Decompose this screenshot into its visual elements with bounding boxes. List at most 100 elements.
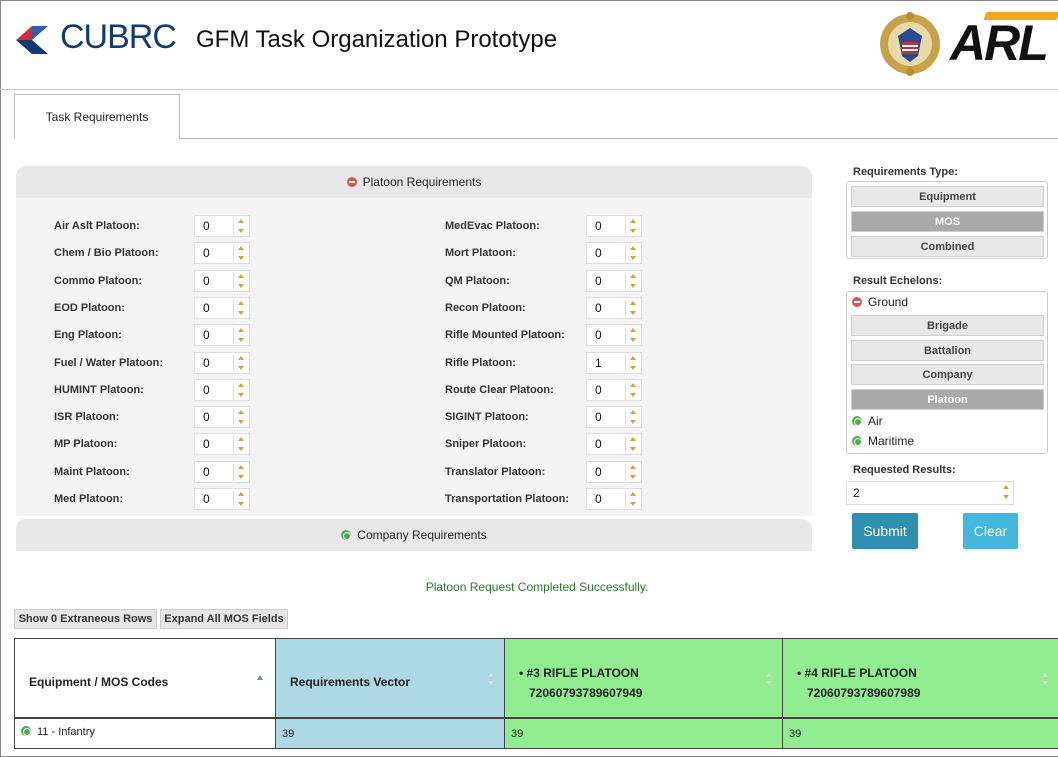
platoon-count-stepper[interactable]: 0 — [586, 270, 642, 292]
echelon-ground[interactable]: Ground — [852, 295, 908, 309]
echelon-maritime[interactable]: Maritime — [852, 434, 914, 448]
stepper-arrows-icon[interactable] — [630, 436, 636, 452]
platoon-count-value: 0 — [203, 356, 210, 370]
platoon-count-stepper[interactable]: 0 — [194, 379, 250, 401]
stepper-arrows-icon[interactable] — [238, 273, 244, 289]
stepper-arrows-icon[interactable] — [630, 409, 636, 425]
platoon-count-value: 0 — [595, 492, 602, 506]
col-header-unit-4[interactable]: • #4 RIFLE PLATOON 72060793789607989 — [782, 638, 1058, 718]
platoon-count-stepper[interactable]: 0 — [194, 297, 250, 319]
platoon-count-value: 0 — [203, 465, 210, 479]
platoon-count-stepper[interactable]: 0 — [194, 324, 250, 346]
submit-button[interactable]: Submit — [852, 513, 918, 549]
unit-3-name: • #3 RIFLE PLATOON — [519, 666, 639, 680]
platoon-count-stepper[interactable]: 0 — [586, 379, 642, 401]
stepper-arrows-icon[interactable] — [997, 482, 1014, 504]
stepper-arrows-icon[interactable] — [630, 273, 636, 289]
platoon-count-stepper[interactable]: 0 — [586, 297, 642, 319]
stepper-divider — [233, 436, 234, 453]
platoon-count-stepper[interactable]: 0 — [586, 242, 642, 264]
echelon-brigade-button[interactable]: Brigade — [851, 315, 1044, 336]
table-cell-unit-3: 39 — [504, 718, 783, 749]
stepper-arrows-icon[interactable] — [630, 218, 636, 234]
echelon-air[interactable]: Air — [852, 414, 883, 428]
platoon-count-value: 0 — [203, 301, 210, 315]
echelon-air-label: Air — [868, 414, 883, 428]
platoon-count-stepper[interactable]: 0 — [194, 433, 250, 455]
result-echelons-label: Result Echelons: — [853, 275, 943, 287]
platoon-count-value: 0 — [203, 383, 210, 397]
req-type-mos-button[interactable]: MOS — [851, 211, 1044, 232]
platoon-count-stepper[interactable]: 0 — [586, 215, 642, 237]
stepper-divider — [625, 491, 626, 508]
platoon-count-stepper[interactable]: 0 — [586, 461, 642, 483]
platoon-count-value: 0 — [595, 274, 602, 288]
col-header-vector[interactable]: Requirements Vector — [275, 638, 505, 718]
req-type-combined-button[interactable]: Combined — [851, 236, 1044, 257]
company-panel-title: Company Requirements — [357, 528, 487, 542]
requested-results-value: 2 — [853, 486, 860, 500]
stepper-arrows-icon[interactable] — [630, 300, 636, 316]
cubrc-logo-icon — [16, 26, 48, 54]
platoon-count-stepper[interactable]: 0 — [194, 488, 250, 510]
platoon-count-stepper[interactable]: 0 — [586, 324, 642, 346]
platoon-count-stepper[interactable]: 0 — [194, 242, 250, 264]
stepper-arrows-icon[interactable] — [238, 327, 244, 343]
echelon-battalion-button[interactable]: Battalion — [851, 340, 1044, 361]
stepper-divider — [233, 382, 234, 399]
echelon-company-button[interactable]: Company — [851, 364, 1044, 385]
requested-results-stepper[interactable]: 2 — [846, 481, 1014, 505]
platoon-count-stepper[interactable]: 0 — [586, 406, 642, 428]
stepper-arrows-icon[interactable] — [238, 436, 244, 452]
stepper-arrows-icon[interactable] — [630, 382, 636, 398]
stepper-arrows-icon[interactable] — [630, 327, 636, 343]
table-cell-code[interactable]: 11 - Infantry — [14, 718, 276, 749]
platoon-panel-header[interactable]: Platoon Requirements — [16, 166, 812, 198]
row-code: 11 - Infantry — [37, 726, 95, 738]
show-extraneous-rows-button[interactable]: Show 0 Extraneous Rows — [14, 609, 157, 629]
platoon-field-label: Maint Platoon: — [54, 466, 130, 478]
echelon-platoon-button[interactable]: Platoon — [851, 389, 1044, 410]
stepper-arrows-icon[interactable] — [238, 300, 244, 316]
platoon-count-stepper[interactable]: 1 — [586, 352, 642, 374]
platoon-count-stepper[interactable]: 0 — [194, 406, 250, 428]
stepper-arrows-icon[interactable] — [238, 382, 244, 398]
platoon-field-label: Recon Platoon: — [445, 302, 526, 314]
row-unit-4: 39 — [789, 728, 802, 740]
clear-button[interactable]: Clear — [963, 513, 1018, 549]
platoon-count-value: 0 — [595, 383, 602, 397]
brand-name: CUBRC — [60, 18, 177, 56]
stepper-divider — [625, 245, 626, 262]
tab-task-requirements[interactable]: Task Requirements — [14, 94, 180, 139]
platoon-count-stepper[interactable]: 0 — [194, 461, 250, 483]
platoon-count-stepper[interactable]: 0 — [194, 215, 250, 237]
stepper-arrows-icon[interactable] — [630, 464, 636, 480]
stepper-arrows-icon[interactable] — [238, 464, 244, 480]
platoon-count-stepper[interactable]: 0 — [194, 352, 250, 374]
expand-all-mos-button[interactable]: Expand All MOS Fields — [160, 609, 288, 629]
platoon-field-label: Chem / Bio Platoon: — [54, 247, 159, 259]
col-header-codes[interactable]: Equipment / MOS Codes — [14, 638, 276, 718]
stepper-arrows-icon[interactable] — [630, 245, 636, 261]
req-type-equipment-button[interactable]: Equipment — [851, 186, 1044, 207]
platoon-field-label: QM Platoon: — [445, 275, 510, 287]
stepper-arrows-icon[interactable] — [630, 491, 636, 507]
stepper-arrows-icon[interactable] — [238, 409, 244, 425]
platoon-count-stepper[interactable]: 0 — [586, 488, 642, 510]
stepper-arrows-icon[interactable] — [238, 245, 244, 261]
expand-row-icon[interactable] — [21, 726, 31, 736]
platoon-field-label: ISR Platoon: — [54, 411, 120, 423]
platoon-count-stepper[interactable]: 0 — [586, 433, 642, 455]
company-panel-header[interactable]: Company Requirements — [16, 519, 812, 551]
sort-icon — [488, 673, 494, 685]
col-header-unit-3[interactable]: • #3 RIFLE PLATOON 72060793789607949 — [504, 638, 783, 718]
unit-4-name: • #4 RIFLE PLATOON — [797, 666, 917, 680]
stepper-arrows-icon[interactable] — [238, 218, 244, 234]
sort-icon — [766, 673, 772, 685]
platoon-count-stepper[interactable]: 0 — [194, 270, 250, 292]
requirements-type-label: Requirements Type: — [853, 166, 958, 178]
stepper-arrows-icon[interactable] — [630, 355, 636, 371]
platoon-field-label: HUMINT Platoon: — [54, 384, 144, 396]
stepper-arrows-icon[interactable] — [238, 355, 244, 371]
stepper-arrows-icon[interactable] — [238, 491, 244, 507]
